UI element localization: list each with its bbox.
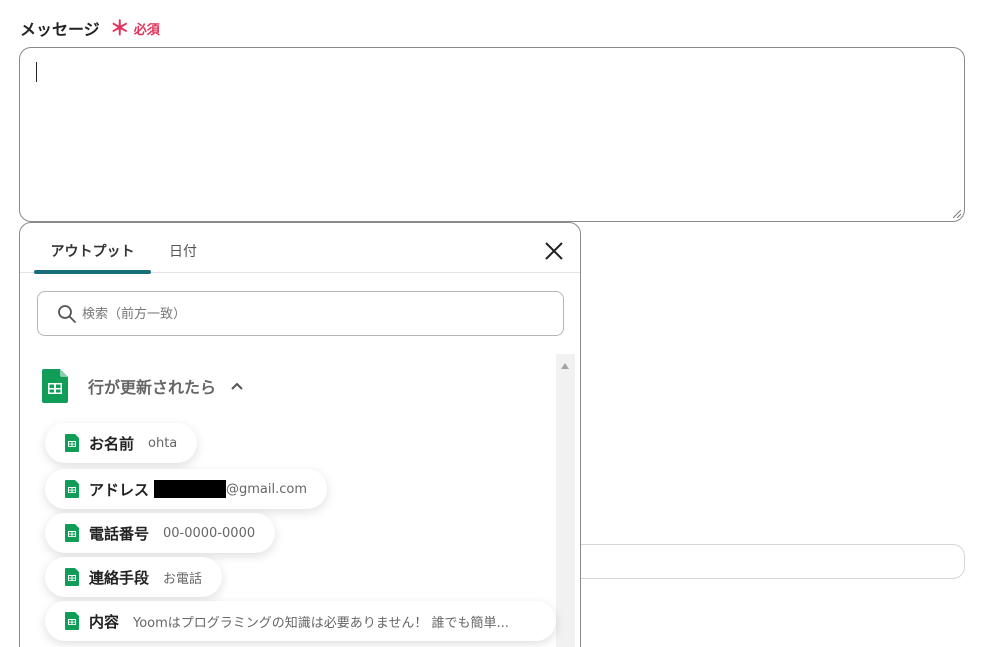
text-caret <box>36 62 37 82</box>
google-sheets-icon <box>65 480 79 498</box>
chevron-up-icon[interactable] <box>230 381 244 391</box>
resize-grip-icon[interactable] <box>951 208 961 218</box>
item-value: ohta <box>148 435 178 451</box>
required-text: 必須 <box>133 22 160 38</box>
tab-output[interactable]: アウトプット <box>34 241 151 274</box>
search-icon <box>58 305 76 323</box>
required-badge: ＊ 必須 <box>110 18 160 38</box>
item-value: Yoomはプログラミングの知識は必要ありません！ 誰でも簡単... <box>133 615 509 631</box>
item-label: 内容 <box>89 612 120 631</box>
tab-date[interactable]: 日付 <box>169 241 197 261</box>
google-sheets-icon <box>42 369 68 403</box>
close-icon[interactable] <box>543 240 565 262</box>
item-label: お名前 <box>89 434 135 453</box>
list-scrollbar[interactable] <box>556 354 575 647</box>
item-value: お電話 <box>163 571 203 587</box>
item-value: @gmail.com <box>226 481 308 497</box>
output-item-contact-method[interactable]: 連絡手段 お電話 <box>45 557 223 597</box>
output-picker-popup: アウトプット 日付 行が更新されたら <box>19 222 581 647</box>
google-sheets-icon <box>65 568 79 586</box>
field-label-text: メッセージ <box>20 20 100 39</box>
message-field-label: メッセージ ＊ 必須 <box>20 16 160 40</box>
required-asterisk: ＊ <box>109 16 130 40</box>
item-label: アドレス <box>89 480 150 499</box>
redaction-block <box>154 480 227 498</box>
google-sheets-icon <box>65 434 79 452</box>
output-item-address[interactable]: アドレス @gmail.com <box>45 469 328 509</box>
scroll-up-arrow-icon[interactable] <box>561 363 569 369</box>
output-item-phone[interactable]: 電話番号 00-0000-0000 <box>45 513 276 553</box>
google-sheets-icon <box>65 524 79 542</box>
popup-tabs: アウトプット 日付 <box>20 223 580 274</box>
output-item-content[interactable]: 内容 Yoomはプログラミングの知識は必要ありません！ 誰でも簡単... <box>45 601 556 641</box>
search-input[interactable] <box>82 300 542 328</box>
group-header[interactable]: 行が更新されたら <box>42 369 244 403</box>
google-sheets-icon <box>65 612 79 630</box>
item-label: 連絡手段 <box>89 568 150 587</box>
search-box <box>37 291 564 336</box>
item-value: 00-0000-0000 <box>163 525 256 541</box>
group-title: 行が更新されたら <box>88 378 217 397</box>
item-label: 電話番号 <box>89 524 150 543</box>
background-input-field[interactable] <box>560 544 965 579</box>
message-textarea[interactable] <box>19 47 965 222</box>
output-item-name[interactable]: お名前 ohta <box>45 423 198 463</box>
